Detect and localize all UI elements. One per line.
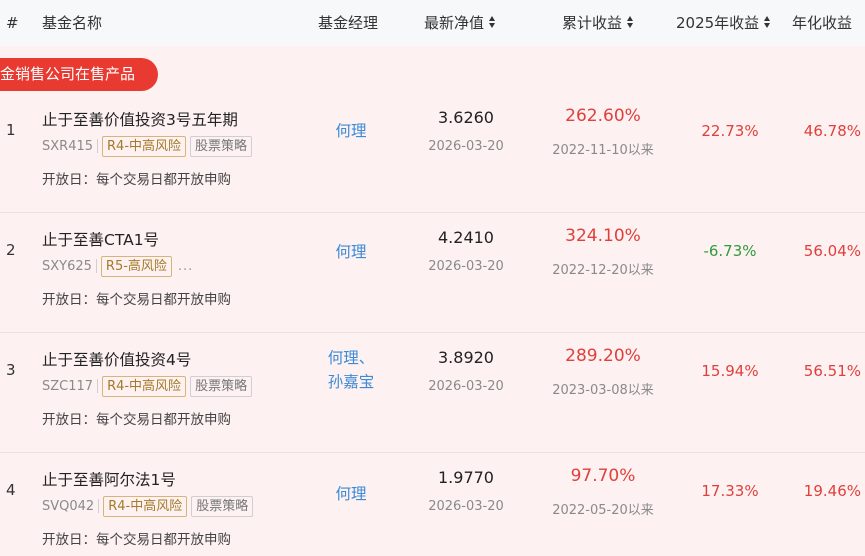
header-fund-name: 基金名称	[42, 14, 103, 32]
table-row[interactable]: 2 止于至善CTA1号 SXY625 R5-高风险 ... 开放日：每个交易日都…	[0, 212, 865, 332]
fund-code: SXR415	[42, 138, 94, 154]
fund-name-link[interactable]: 止于至善阿尔法1号	[42, 468, 176, 490]
cumulative-return: 97.70%	[570, 466, 636, 486]
annualized-return: 56.51%	[803, 362, 861, 380]
manager-link[interactable]: 何理	[318, 240, 384, 264]
table-row[interactable]: 4 止于至善阿尔法1号 SVQ042 R4-中高风险 股票策略 开放日：每个交易…	[0, 452, 865, 556]
header-2025-sort[interactable]: 2025年收益	[676, 13, 771, 33]
header-nav-label: 最新净值	[424, 14, 485, 32]
return-2025: 22.73%	[701, 122, 759, 140]
since-date: 2022-05-20以来	[552, 503, 654, 518]
fund-name-link[interactable]: 止于至善价值投资3号五年期	[42, 108, 238, 130]
nav-value: 1.9770	[438, 468, 494, 487]
table-row[interactable]: 3 止于至善价值投资4号 SZC117 R4-中高风险 股票策略 开放日：每个交…	[0, 332, 865, 452]
since-date: 2022-12-20以来	[552, 263, 654, 278]
open-day-text: 开放日：每个交易日都开放申购	[42, 532, 231, 548]
row-index: 1	[6, 121, 16, 139]
strategy-badge: 股票策略	[190, 135, 253, 157]
nav-date: 2026-03-20	[428, 379, 504, 394]
strategy-badge: 股票策略	[190, 375, 253, 397]
divider	[97, 139, 99, 153]
risk-badge: R4-中高风险	[102, 135, 187, 157]
table-row[interactable]: 1 止于至善价值投资3号五年期 SXR415 R4-中高风险 股票策略 开放日：…	[0, 92, 865, 212]
header-cumulative-label: 累计收益	[562, 14, 623, 32]
nav-value: 3.8920	[438, 348, 494, 367]
fund-meta: SXY625 R5-高风险 ...	[42, 255, 193, 277]
nav-value: 4.2410	[438, 228, 494, 247]
header-manager: 基金经理	[318, 14, 379, 32]
manager-link[interactable]: 何理	[318, 482, 384, 506]
strategy-badge: 股票策略	[191, 495, 254, 517]
cumulative-return: 289.20%	[565, 346, 641, 366]
manager-name-2: 孙嘉宝	[327, 373, 375, 391]
header-cumulative-sort[interactable]: 累计收益	[562, 13, 634, 33]
manager-name-1: 何理、	[327, 349, 375, 367]
annualized-return: 19.46%	[803, 482, 861, 500]
annualized-return: 46.78%	[803, 122, 861, 140]
table-header: # 基金名称 基金经理 最新净值 累计收益 2025年收益 年化收益	[0, 0, 865, 46]
annualized-return: 56.04%	[803, 242, 861, 260]
fund-name-link[interactable]: 止于至善CTA1号	[42, 228, 159, 250]
since-date: 2022-11-10以来	[552, 143, 654, 158]
cumulative-return: 262.60%	[565, 106, 641, 126]
fund-code: SVQ042	[42, 498, 95, 514]
fund-meta: SVQ042 R4-中高风险 股票策略	[42, 495, 254, 517]
fund-meta: SXR415 R4-中高风险 股票策略	[42, 135, 253, 157]
return-2025: 17.33%	[701, 482, 759, 500]
nav-value: 3.6260	[438, 108, 494, 127]
manager-link[interactable]: 何理、 孙嘉宝	[318, 346, 384, 394]
fund-code: SZC117	[42, 378, 94, 394]
return-2025: -6.73%	[703, 242, 757, 260]
header-index: #	[6, 14, 19, 32]
fund-table-page: # 基金名称 基金经理 最新净值 累计收益 2025年收益 年化收益 金销售公司…	[0, 0, 865, 556]
sort-icon	[764, 15, 771, 28]
cumulative-return: 324.10%	[565, 226, 641, 246]
header-annualized: 年化收益	[792, 14, 853, 32]
risk-badge: R4-中高风险	[103, 495, 188, 517]
since-date: 2023-03-08以来	[552, 383, 654, 398]
header-nav-sort[interactable]: 最新净值	[424, 13, 496, 33]
risk-badge: R4-中高风险	[102, 375, 187, 397]
divider	[95, 259, 97, 273]
fund-meta: SZC117 R4-中高风险 股票策略	[42, 375, 253, 397]
divider	[98, 499, 100, 513]
open-day-text: 开放日：每个交易日都开放申购	[42, 412, 231, 428]
sort-icon	[489, 15, 496, 28]
fund-code: SXY625	[42, 258, 92, 274]
fund-name-link[interactable]: 止于至善价值投资4号	[42, 348, 191, 370]
divider	[97, 379, 99, 393]
return-2025: 15.94%	[701, 362, 759, 380]
nav-date: 2026-03-20	[428, 139, 504, 154]
open-day-text: 开放日：每个交易日都开放申购	[42, 292, 231, 308]
header-2025-label: 2025年收益	[676, 14, 760, 32]
more-tags[interactable]: ...	[178, 259, 193, 274]
nav-date: 2026-03-20	[428, 259, 504, 274]
manager-link[interactable]: 何理	[318, 119, 384, 143]
row-index: 4	[6, 481, 16, 499]
nav-date: 2026-03-20	[428, 499, 504, 514]
sort-icon	[627, 15, 634, 28]
open-day-text: 开放日：每个交易日都开放申购	[42, 172, 231, 188]
table-body: 金销售公司在售产品 1 止于至善价值投资3号五年期 SXR415 R4-中高风险…	[0, 46, 865, 556]
on-sale-banner: 金销售公司在售产品	[0, 58, 158, 91]
risk-badge: R5-高风险	[100, 255, 172, 277]
row-index: 3	[6, 361, 16, 379]
row-index: 2	[6, 241, 16, 259]
